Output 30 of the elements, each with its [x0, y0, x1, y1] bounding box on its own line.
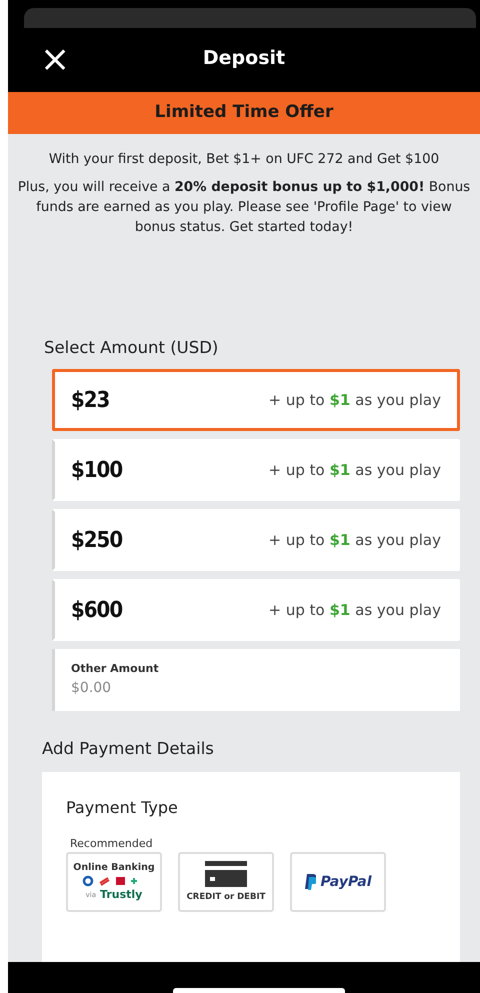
amount-option[interactable]: $23 + up to $1 as you play: [52, 369, 460, 432]
promo-text: Plus, you will receive a 20% deposit bonus up to $1,000! Bonus funds are earned as you play. Please see 'Profile Page' to view bonus status. Get started today!: [16, 179, 472, 238]
amount-label: $23: [71, 386, 110, 415]
section-heading: Select Amount (USD): [44, 337, 220, 360]
bonus-text: + up to $1 as you play: [268, 390, 441, 411]
amount-option[interactable]: $100 + up to $1 as you play: [52, 439, 460, 502]
payment-option[interactable]: PayPal: [290, 852, 386, 912]
option-label: CREDIT or DEBIT: [186, 891, 266, 904]
payment-option[interactable]: CREDIT or DEBIT: [178, 852, 274, 912]
section-heading: Add Payment Details: [41, 738, 215, 760]
bonus-text: + up to $1 as you play: [268, 530, 441, 551]
option-label: Online Banking: [73, 861, 155, 876]
offer-banner: Limited Time Offer: [8, 92, 480, 134]
credit-card-icon: [205, 861, 247, 888]
other-amount-card: Other Amount $0.00: [52, 649, 460, 712]
bonus-text: + up to $1 as you play: [268, 600, 441, 621]
amount-label: $600: [71, 596, 122, 625]
promo-text: With your first deposit, Bet $1+ on UFC 272 and Get $100: [48, 151, 440, 169]
amount-option[interactable]: $600 + up to $1 as you play: [52, 579, 460, 642]
bonus-text: + up to $1 as you play: [268, 460, 441, 481]
paypal-label: PayPal: [320, 872, 372, 892]
amount-label: $250: [71, 526, 122, 555]
recommended-label: Recommended: [69, 836, 154, 852]
amount-option[interactable]: $250 + up to $1 as you play: [52, 509, 460, 572]
payment-type-heading: Payment Type: [66, 796, 179, 819]
close-button[interactable]: ×: [40, 42, 70, 78]
amount-label: $100: [71, 456, 122, 485]
paypal-icon: [304, 874, 316, 890]
provider-name: Trustly: [100, 887, 142, 904]
window-title: Deposit: [202, 46, 286, 71]
